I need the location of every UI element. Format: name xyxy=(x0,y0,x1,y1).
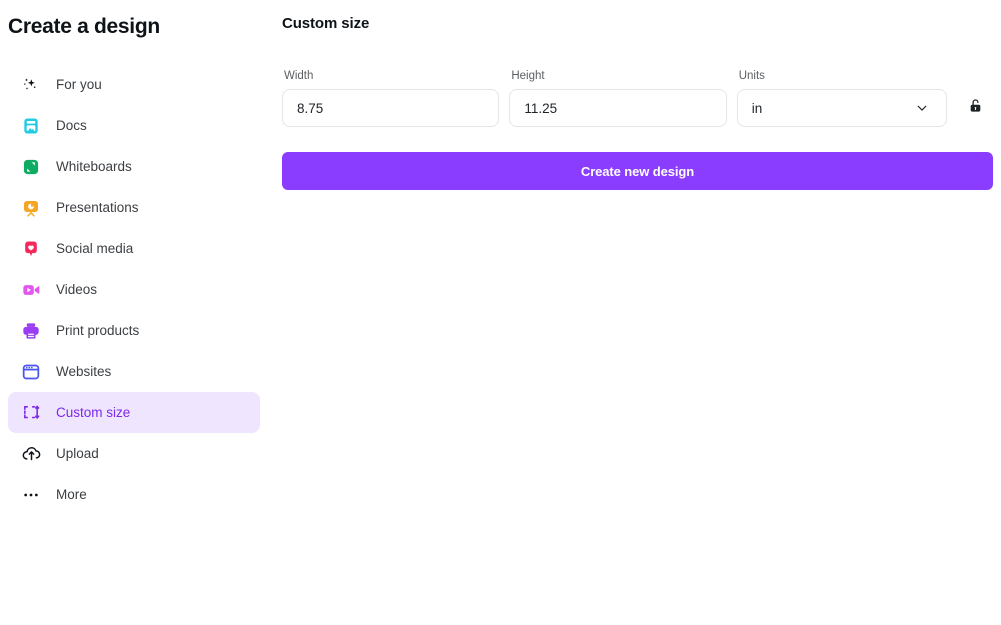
sidebar-item-for-you[interactable]: For you xyxy=(8,64,260,105)
sidebar-item-label: Presentations xyxy=(56,200,139,215)
sidebar-item-upload[interactable]: Upload xyxy=(8,433,260,474)
units-select[interactable]: in xyxy=(736,89,948,127)
units-label: Units xyxy=(738,70,765,82)
cloud-upload-icon xyxy=(20,443,42,465)
printer-icon xyxy=(20,320,42,342)
whiteboard-icon xyxy=(20,156,42,178)
document-icon xyxy=(20,115,42,137)
sidebar-item-label: Websites xyxy=(56,364,112,379)
sidebar: Create a design For you Docs Whiteboards… xyxy=(0,0,276,625)
height-field-group: Height 11.25 xyxy=(509,70,727,127)
page-title: Create a design xyxy=(8,15,160,38)
sidebar-item-label: Upload xyxy=(56,446,99,461)
sidebar-item-presentations[interactable]: Presentations xyxy=(8,187,260,228)
height-label: Height xyxy=(511,70,545,82)
sidebar-item-videos[interactable]: Videos xyxy=(8,269,260,310)
sidebar-item-label: Print products xyxy=(56,323,140,338)
sidebar-item-label: Social media xyxy=(56,241,134,256)
resize-crop-icon xyxy=(20,402,42,424)
sidebar-nav-list: For you Docs Whiteboards Presentations S… xyxy=(8,64,260,515)
width-label: Width xyxy=(284,70,314,82)
create-new-design-button[interactable]: Create new design xyxy=(282,152,993,190)
chevron-down-icon xyxy=(914,100,930,116)
units-field-group: Units in xyxy=(736,70,948,127)
height-input[interactable]: 11.25 xyxy=(509,89,727,127)
width-field-group: Width 8.75 xyxy=(282,70,500,127)
sidebar-item-label: Custom size xyxy=(56,405,131,420)
sidebar-item-social-media[interactable]: Social media xyxy=(8,228,260,269)
ellipsis-icon xyxy=(20,484,42,506)
sidebar-item-docs[interactable]: Docs xyxy=(8,105,260,146)
sidebar-item-print-products[interactable]: Print products xyxy=(8,310,260,351)
sparkle-icon xyxy=(20,74,42,96)
units-select-value: in xyxy=(751,100,763,116)
size-fields-row: Width 8.75 Height 11.25 Units in xyxy=(282,70,993,127)
sidebar-item-more[interactable]: More xyxy=(8,474,260,515)
sidebar-item-whiteboards[interactable]: Whiteboards xyxy=(8,146,260,187)
height-input-value: 11.25 xyxy=(524,100,558,116)
aspect-ratio-lock-button[interactable] xyxy=(957,89,993,127)
sidebar-item-label: Videos xyxy=(56,282,98,297)
width-input[interactable]: 8.75 xyxy=(282,89,500,127)
heart-pin-icon xyxy=(20,238,42,260)
unlocked-padlock-icon xyxy=(967,97,984,119)
sidebar-item-websites[interactable]: Websites xyxy=(8,351,260,392)
sidebar-item-label: Whiteboards xyxy=(56,159,132,174)
sidebar-item-label: For you xyxy=(56,77,102,92)
create-a-design-panel: Create a design For you Docs Whiteboards… xyxy=(0,0,1001,625)
width-input-value: 8.75 xyxy=(297,100,324,116)
panel-heading: Custom size xyxy=(282,15,370,32)
sidebar-item-label: Docs xyxy=(56,118,87,133)
custom-size-panel: Custom size Width 8.75 Height 11.25 Unit… xyxy=(282,0,1001,625)
browser-window-icon xyxy=(20,361,42,383)
sidebar-item-custom-size[interactable]: Custom size xyxy=(8,392,260,433)
sidebar-item-label: More xyxy=(56,487,87,502)
video-camera-icon xyxy=(20,279,42,301)
presentation-icon xyxy=(20,197,42,219)
